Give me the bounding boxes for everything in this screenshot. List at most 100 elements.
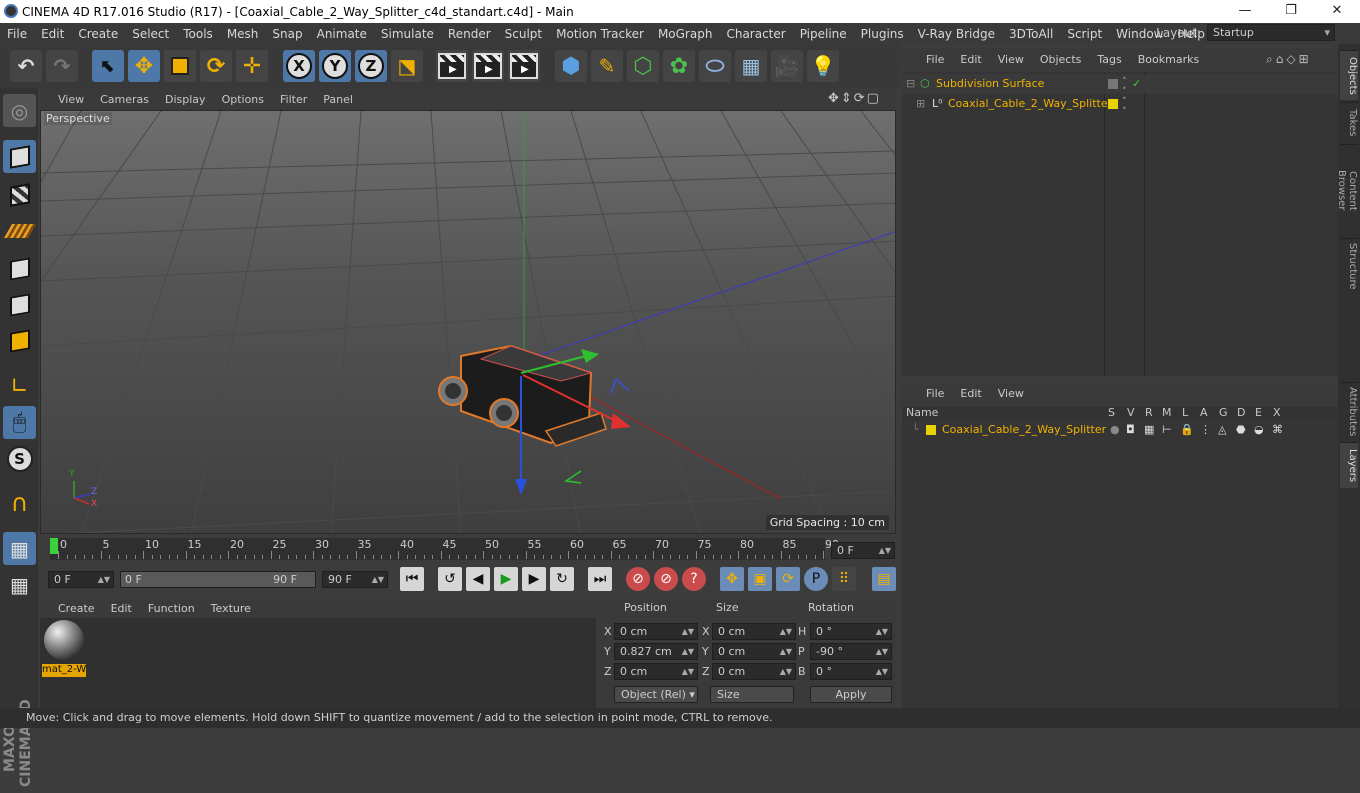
next-key-icon[interactable]: ↻ <box>550 567 574 591</box>
menu-script[interactable]: Script <box>1060 27 1109 41</box>
floor-scene-icon[interactable]: ▦ <box>735 50 767 82</box>
menu-sculpt[interactable]: Sculpt <box>498 27 549 41</box>
object-menu-bookmarks[interactable]: Bookmarks <box>1130 53 1207 66</box>
playhead[interactable] <box>50 538 58 554</box>
layer-lock-icon[interactable]: 🔒 <box>1180 420 1194 440</box>
timeline-window-icon[interactable]: ▤ <box>872 567 896 591</box>
viewport-menu-filter[interactable]: Filter <box>272 93 315 106</box>
play-forward-icon[interactable]: ▶ <box>494 567 518 591</box>
splitter-model[interactable] <box>438 344 607 447</box>
tab-layers[interactable]: Layers <box>1340 442 1358 488</box>
object-manager-search-icon[interactable]: ⌕⌂◇⊞ <box>1266 52 1312 67</box>
rotation-b-field[interactable]: 0 ° ▲▼ <box>810 663 892 680</box>
material-menu-create[interactable]: Create <box>40 602 103 615</box>
viewport-menu-cameras[interactable]: Cameras <box>92 93 157 106</box>
keyframe-selection-icon[interactable]: ? <box>682 567 706 591</box>
snap-magnet-icon[interactable]: ∩ <box>3 486 36 519</box>
layer-row[interactable]: └ Coaxial_Cable_2_Way_Splitter ● ◘ ▦ ⊢ 🔒… <box>902 420 1338 440</box>
layer-animation-icon[interactable]: ⋮ <box>1200 420 1211 440</box>
move-tool-icon[interactable]: ✥ <box>128 50 160 82</box>
object-row-subdivision[interactable]: ⊟ ⬡ Subdivision Surface • • ✓ <box>902 74 1338 94</box>
size-x-field[interactable]: 0 cm ▲▼ <box>712 623 796 640</box>
menu-mesh[interactable]: Mesh <box>220 27 266 41</box>
apply-button[interactable]: Apply <box>810 686 892 703</box>
viewport-menu-panel[interactable]: Panel <box>315 93 361 106</box>
next-frame-icon[interactable]: ▶ <box>522 567 546 591</box>
axis-mode-icon[interactable]: ∟ <box>3 370 36 403</box>
key-rotation-icon[interactable]: ⟳ <box>776 567 800 591</box>
planar-workplane-icon[interactable]: ▦ <box>3 568 36 601</box>
render-picture-viewer-icon[interactable] <box>472 50 504 82</box>
layer-col-manager[interactable]: M <box>1162 406 1172 419</box>
menu-create[interactable]: Create <box>71 27 125 41</box>
layer-solo-icon[interactable]: ● <box>1110 420 1120 440</box>
material-menu-edit[interactable]: Edit <box>103 602 140 615</box>
menu-3dtoall[interactable]: 3DToAll <box>1002 27 1060 41</box>
current-frame-field[interactable]: 0 F ▲▼ <box>831 542 895 559</box>
tab-takes[interactable]: Takes <box>1340 102 1358 142</box>
coordinate-mode-dropdown[interactable]: Object (Rel) ▾ <box>614 686 698 703</box>
position-x-field[interactable]: 0 cm ▲▼ <box>614 623 698 640</box>
coordinate-system-icon[interactable]: ⬔ <box>391 50 423 82</box>
tab-structure[interactable]: Structure <box>1340 238 1358 294</box>
layer-col-render[interactable]: R <box>1145 406 1153 419</box>
layer-col-view[interactable]: V <box>1127 406 1135 419</box>
layout-dropdown[interactable]: Startup <box>1207 24 1335 41</box>
layer-deformer-icon[interactable]: ⬣ <box>1236 420 1246 440</box>
tab-objects[interactable]: Objects <box>1340 50 1358 100</box>
viewport-nav-icons[interactable]: ✥⇕⟳▢ <box>828 91 881 106</box>
pen-spline-icon[interactable]: ✎ <box>591 50 623 82</box>
subdivision-generator-icon[interactable]: ⬡ <box>627 50 659 82</box>
object-menu-edit[interactable]: Edit <box>952 53 989 66</box>
menu-pipeline[interactable]: Pipeline <box>793 27 854 41</box>
menu-file[interactable]: File <box>0 27 34 41</box>
edges-mode-icon[interactable] <box>3 288 36 321</box>
layer-col-expressions[interactable]: E <box>1255 406 1262 419</box>
layer-generator-icon[interactable]: ◬ <box>1218 420 1226 440</box>
layer-view-icon[interactable]: ◘ <box>1126 420 1135 440</box>
cube-primitive-icon[interactable]: ⬢ <box>555 50 587 82</box>
tweak-mode-icon[interactable]: 🖱 <box>3 406 36 439</box>
menu-render[interactable]: Render <box>441 27 498 41</box>
menu-motion-tracker[interactable]: Motion Tracker <box>549 27 651 41</box>
menu-mograph[interactable]: MoGraph <box>651 27 720 41</box>
start-frame-field[interactable]: 0 F ▲▼ <box>48 571 114 588</box>
maximize-button[interactable]: ❐ <box>1268 0 1314 23</box>
undo-icon[interactable]: ↶ <box>10 50 42 82</box>
polygons-mode-icon[interactable] <box>3 324 36 357</box>
previous-key-icon[interactable]: ↺ <box>438 567 462 591</box>
object-menu-objects[interactable]: Objects <box>1032 53 1090 66</box>
deformer-icon[interactable]: ⬭ <box>699 50 731 82</box>
layer-color-swatch[interactable] <box>926 425 936 435</box>
z-axis-lock-button[interactable]: Z <box>355 50 387 82</box>
size-z-field[interactable]: 0 cm ▲▼ <box>712 663 796 680</box>
layer-menu-file[interactable]: File <box>918 387 952 400</box>
menu-character[interactable]: Character <box>719 27 792 41</box>
key-parameter-icon[interactable]: P <box>804 567 828 591</box>
menu-tools[interactable]: Tools <box>176 27 220 41</box>
y-axis-lock-button[interactable]: Y <box>319 50 351 82</box>
go-to-start-icon[interactable]: ⏮ <box>400 567 424 591</box>
layer-menu-view[interactable]: View <box>990 387 1032 400</box>
layer-col-xref[interactable]: X <box>1273 406 1281 419</box>
layer-col-deformers[interactable]: D <box>1237 406 1245 419</box>
rotation-h-field[interactable]: 0 ° ▲▼ <box>810 623 892 640</box>
viewport-menu-view[interactable]: View <box>40 93 92 106</box>
layer-col-animation[interactable]: A <box>1200 406 1208 419</box>
workplane-mode-icon[interactable] <box>3 214 36 247</box>
render-view-icon[interactable] <box>436 50 468 82</box>
layer-xref-icon[interactable]: ⌘ <box>1272 420 1283 440</box>
object-menu-file[interactable]: File <box>918 53 952 66</box>
object-menu-view[interactable]: View <box>990 53 1032 66</box>
workplane-lock-icon[interactable]: ▦ <box>3 532 36 565</box>
menu-select[interactable]: Select <box>125 27 176 41</box>
minimize-button[interactable]: — <box>1222 0 1268 23</box>
camera-icon[interactable]: 🎥 <box>771 50 803 82</box>
layer-col-solo[interactable]: S <box>1108 406 1115 419</box>
material-menu-function[interactable]: Function <box>140 602 203 615</box>
frame-range-slider[interactable]: 0 F 90 F <box>120 571 316 588</box>
viewport-menu-display[interactable]: Display <box>157 93 214 106</box>
key-position-icon[interactable]: ✥ <box>720 567 744 591</box>
close-button[interactable]: ✕ <box>1314 0 1360 23</box>
viewport-menu-options[interactable]: Options <box>214 93 272 106</box>
